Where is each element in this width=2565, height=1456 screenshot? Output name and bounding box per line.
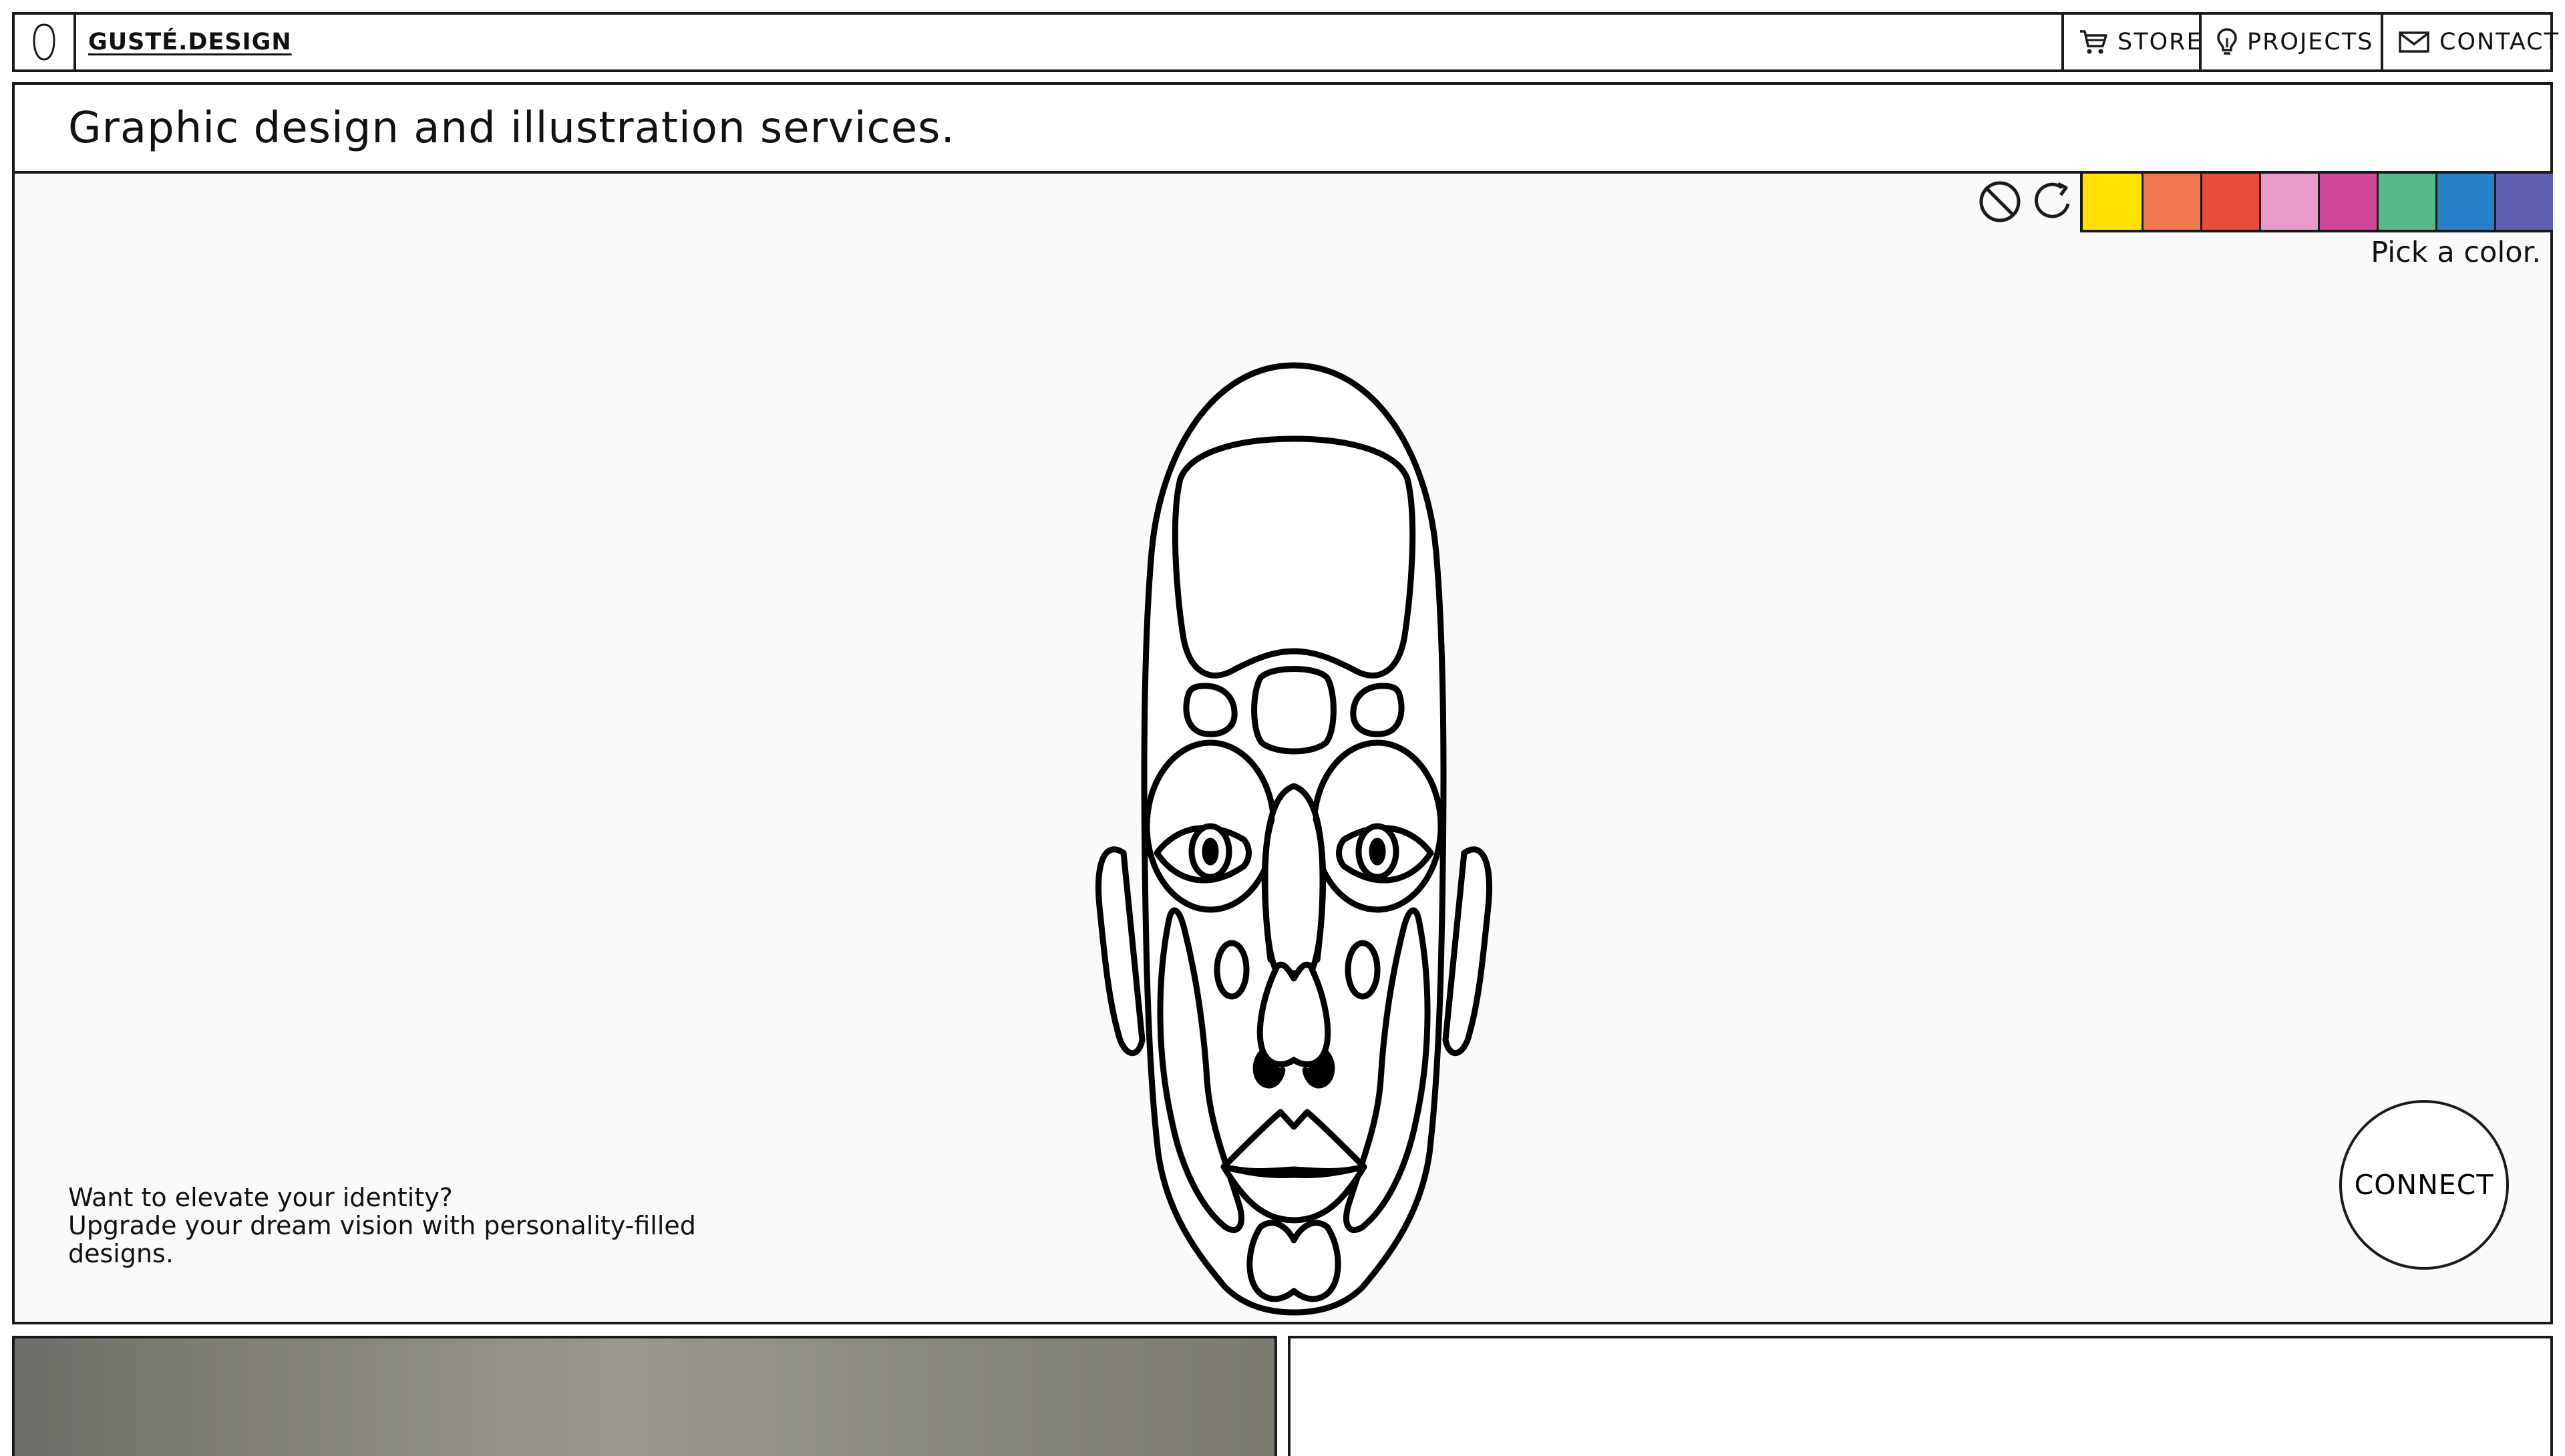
page-title: Graphic design and illustration services… [68, 103, 955, 153]
reset-icon [2035, 182, 2070, 218]
left-ear [1095, 846, 1146, 1057]
center-brow [1251, 666, 1337, 755]
nav-contact-link[interactable]: CONTACT [2381, 15, 2558, 69]
hero-section: Graphic design and illustration services… [12, 82, 2553, 1324]
clear-icon [1979, 181, 2021, 222]
color-swatch-8[interactable] [2494, 174, 2553, 230]
left-brow [1183, 683, 1238, 737]
forehead [1172, 435, 1416, 679]
color-swatches [2080, 171, 2553, 232]
nav-store-label: STORE [2117, 29, 2203, 55]
mail-icon [2399, 31, 2429, 53]
face-coloring-svg[interactable] [1070, 265, 1518, 1347]
right-ear [1442, 846, 1492, 1057]
clear-button[interactable] [1973, 171, 2027, 232]
left-cheek-spot [1214, 940, 1250, 1000]
tagline-line-2: Upgrade your dream vision with personali… [68, 1211, 696, 1268]
hero-tagline: Want to elevate your identity? Upgrade y… [68, 1184, 736, 1268]
color-swatch-2[interactable] [2142, 174, 2200, 230]
brand-link[interactable]: GUSTÉ.DESIGN [76, 15, 2061, 69]
connect-button[interactable]: CONNECT [2339, 1100, 2509, 1270]
cart-icon [2080, 30, 2107, 54]
nav-projects-label: PROJECTS [2247, 29, 2374, 55]
nav-store-link[interactable]: STORE [2061, 15, 2202, 69]
reset-button[interactable] [2027, 171, 2080, 232]
right-cheek-spot [1345, 940, 1381, 1000]
color-swatch-7[interactable] [2435, 174, 2494, 230]
project-info-panel [1288, 1336, 2553, 1456]
right-brow [1350, 683, 1405, 737]
tagline-line-1: Want to elevate your identity? [68, 1183, 453, 1212]
pick-color-label: Pick a color. [2371, 236, 2541, 269]
color-swatch-3[interactable] [2200, 174, 2259, 230]
face-logo-icon [33, 23, 55, 61]
nose [1256, 961, 1331, 1068]
nav-contact-label: CONTACT [2439, 29, 2560, 55]
color-swatch-1[interactable] [2083, 174, 2142, 230]
logo[interactable] [15, 15, 76, 69]
lightbulb-icon [2217, 28, 2237, 55]
color-swatch-6[interactable] [2377, 174, 2435, 230]
color-swatch-5[interactable] [2318, 174, 2377, 230]
color-toolbar [1973, 171, 2553, 232]
color-swatch-4[interactable] [2259, 174, 2318, 230]
nose-bridge [1262, 783, 1326, 976]
nav-projects-link[interactable]: PROJECTS [2199, 15, 2381, 69]
chin [1246, 1220, 1341, 1302]
hero-title-bar: Graphic design and illustration services… [15, 85, 2550, 174]
face-illustration [1070, 265, 1518, 1347]
project-photo-panel[interactable] [12, 1336, 1277, 1456]
top-nav: GUSTÉ.DESIGN STORE PROJECTS CONTACT [12, 12, 2558, 72]
